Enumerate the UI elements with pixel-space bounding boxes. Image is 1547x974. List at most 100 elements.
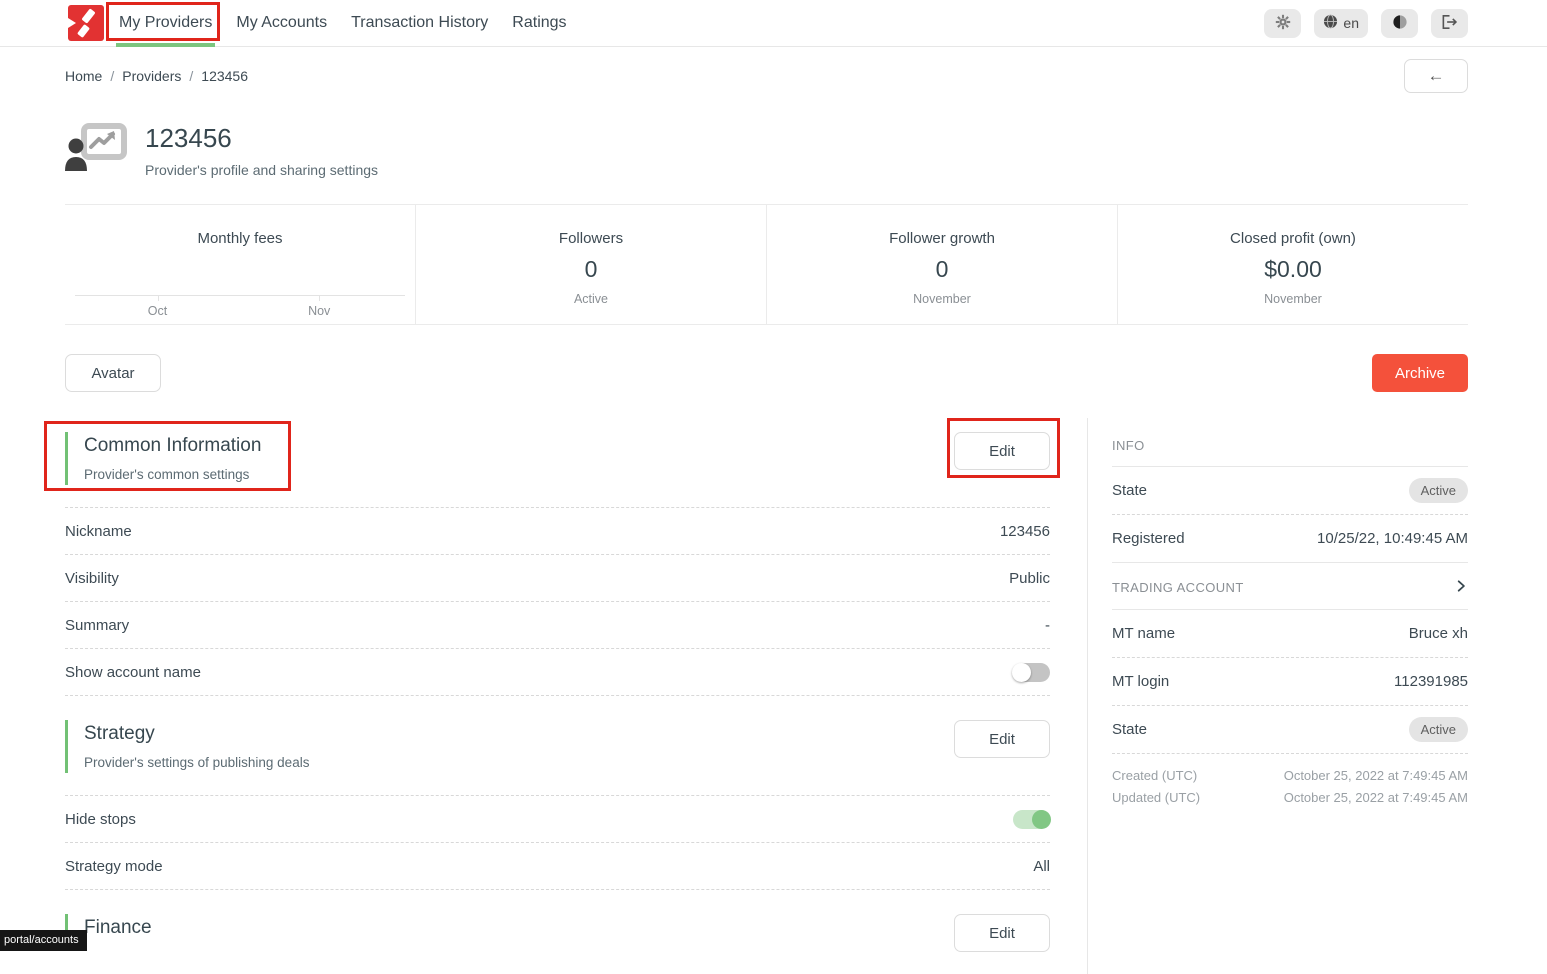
contrast-icon [1392,14,1408,33]
row-label: Hide stops [65,811,136,828]
toggle-knob [1012,663,1031,682]
show-account-name-toggle[interactable] [1013,663,1050,682]
archive-button[interactable]: Archive [1372,354,1468,392]
breadcrumb-current: 123456 [201,68,248,84]
nav-item-my-providers[interactable]: My Providers [116,0,215,47]
gear-icon [1275,14,1291,33]
avatar-button[interactable]: Avatar [65,354,161,392]
theme-toggle-button[interactable] [1381,9,1418,38]
meta-created: Created (UTC) October 25, 2022 at 7:49:4… [1112,768,1468,783]
page-title: 123456 [145,123,378,154]
monthly-fees-chart: Oct Nov [75,295,405,296]
meta-value: October 25, 2022 at 7:49:45 AM [1284,790,1468,805]
row-nickname: Nickname 123456 [65,508,1050,555]
row-summary: Summary - [65,602,1050,649]
row-label: Visibility [65,570,119,587]
info-header: INFO [1112,418,1468,467]
stat-card-followers: Followers 0 Active [415,205,766,324]
section-title: Common Information [84,435,261,457]
main-nav: My Providers My Accounts Transaction His… [116,0,570,47]
info-sidebar: INFO State Active Registered 10/25/22, 1… [1088,418,1468,974]
nav-item-transaction-history[interactable]: Transaction History [348,0,491,47]
section-common-information: Common Information Provider's common set… [65,432,1050,485]
axis-tick [158,296,159,301]
axis-tick [319,296,320,301]
logout-button[interactable] [1431,9,1468,38]
trading-account-label: TRADING ACCOUNT [1112,580,1244,595]
page-subtitle: Provider's profile and sharing settings [145,162,378,178]
edit-finance-button[interactable]: Edit [954,914,1050,952]
row-label: Show account name [65,664,201,681]
axis-tick-label: Nov [308,304,330,318]
row-value: 123456 [1000,523,1050,540]
row-label: Registered [1112,530,1185,547]
stats-row: Monthly fees Oct Nov Followers 0 Active … [65,204,1468,325]
meta-updated: Updated (UTC) October 25, 2022 at 7:49:4… [1112,790,1468,805]
row-value: All [1033,858,1050,875]
row-label: MT login [1112,673,1169,690]
row-value: 10/25/22, 10:49:45 AM [1317,530,1468,547]
nav-actions: en [1264,9,1468,38]
nav-item-ratings[interactable]: Ratings [509,0,569,47]
meta-label: Created (UTC) [1112,768,1197,783]
section-finance: Finance Edit [65,914,1050,952]
brand-logo-icon[interactable] [68,5,104,41]
sidebar-meta: Created (UTC) October 25, 2022 at 7:49:4… [1112,754,1468,805]
row-value: Public [1009,570,1050,587]
row-visibility: Visibility Public [65,555,1050,602]
edit-common-information-button[interactable]: Edit [954,432,1050,470]
hide-stops-toggle[interactable] [1013,810,1050,829]
row-label: Nickname [65,523,132,540]
row-value: 112391985 [1394,673,1468,690]
edit-strategy-button[interactable]: Edit [954,720,1050,758]
sidebar-row-mt-name: MT name Bruce xh [1112,610,1468,658]
section-subtitle: Provider's common settings [84,467,261,482]
chevron-right-icon [1454,579,1468,596]
stat-value: 0 [936,256,949,283]
globe-icon [1323,14,1338,32]
stat-value: $0.00 [1264,256,1322,283]
section-title: Strategy [84,723,309,745]
nav-item-my-accounts[interactable]: My Accounts [233,0,330,47]
stat-caption: Active [574,292,608,306]
stat-caption: November [1264,292,1322,306]
row-label: State [1112,482,1147,499]
breadcrumb-separator: / [110,68,114,84]
breadcrumb-providers[interactable]: Providers [122,68,181,84]
info-header-label: INFO [1112,438,1145,453]
stat-title: Followers [559,230,623,247]
settings-button[interactable] [1264,9,1301,38]
section-title: Finance [84,917,152,939]
sidebar-row-account-state: State Active [1112,706,1468,754]
axis-tick-label: Oct [148,304,167,318]
stat-value: 0 [585,256,598,283]
row-strategy-mode: Strategy mode All [65,843,1050,890]
stat-card-monthly-fees: Monthly fees Oct Nov [65,205,415,324]
toggle-knob [1032,810,1051,829]
trading-account-header[interactable]: TRADING ACCOUNT [1112,563,1468,610]
breadcrumb: Home / Providers / 123456 [65,68,248,84]
row-hide-stops: Hide stops [65,796,1050,843]
sidebar-row-registered: Registered 10/25/22, 10:49:45 AM [1112,515,1468,563]
stat-title: Follower growth [889,230,995,247]
meta-label: Updated (UTC) [1112,790,1200,805]
back-arrow-icon: ← [1428,66,1445,86]
top-navigation: My Providers My Accounts Transaction His… [0,0,1547,47]
section-subtitle: Provider's settings of publishing deals [84,755,309,770]
row-label: Summary [65,617,129,634]
row-value: - [1045,617,1050,634]
back-button[interactable]: ← [1404,59,1468,93]
row-value: Bruce xh [1409,625,1468,642]
status-badge: Active [1409,478,1468,503]
stat-caption: November [913,292,971,306]
row-show-account-name: Show account name [65,649,1050,696]
stat-title: Monthly fees [197,230,282,247]
language-button[interactable]: en [1314,9,1368,38]
stat-title: Closed profit (own) [1230,230,1356,247]
section-strategy: Strategy Provider's settings of publishi… [65,720,1050,773]
breadcrumb-home[interactable]: Home [65,68,102,84]
link-status-tooltip: portal/accounts [0,930,87,951]
sidebar-row-state: State Active [1112,467,1468,515]
stat-card-closed-profit: Closed profit (own) $0.00 November [1117,205,1468,324]
sidebar-row-mt-login: MT login 112391985 [1112,658,1468,706]
